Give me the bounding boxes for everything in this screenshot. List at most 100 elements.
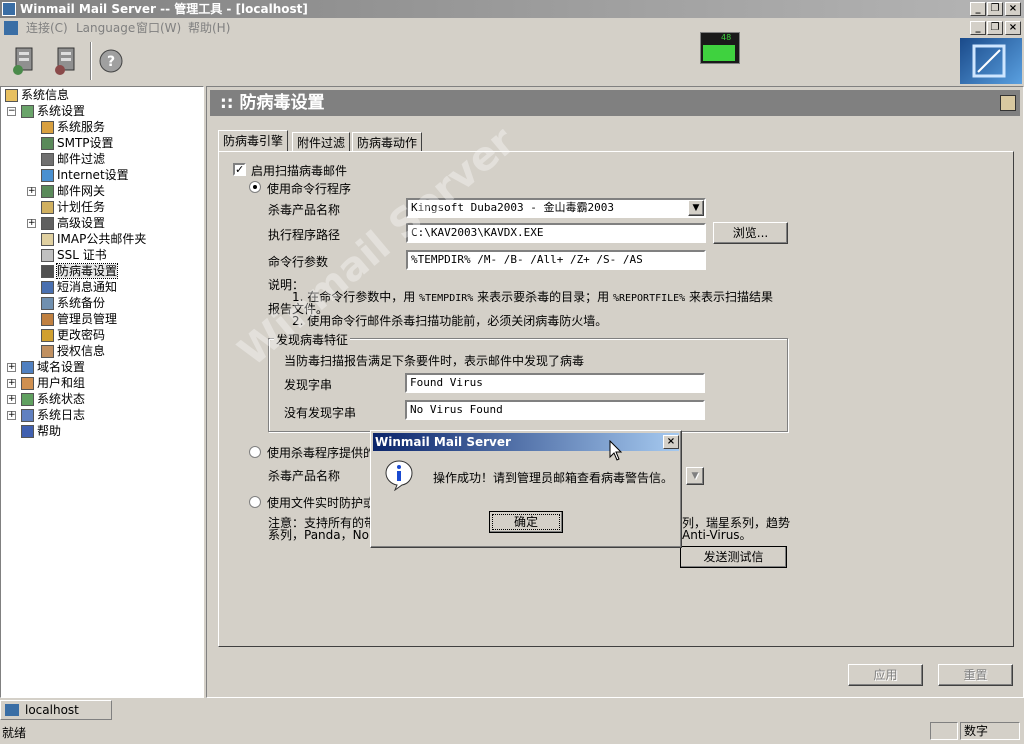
minimize-button[interactable]: _ (970, 2, 986, 16)
tree-item-system-info[interactable]: 系统信息 (5, 87, 69, 103)
product-dropdown-button[interactable]: ▼ (688, 200, 704, 216)
help-button[interactable]: ? (94, 44, 128, 78)
info-icon (5, 89, 18, 102)
expand-toggle[interactable]: − (7, 107, 16, 116)
disconnect-button[interactable] (50, 44, 84, 78)
tab-engine[interactable]: 防病毒引擎 (218, 130, 289, 152)
tree-item-gateway[interactable]: 邮件网关 (41, 183, 105, 199)
use-realtime-label: 使用文件实时防护或 (267, 496, 376, 510)
params-input[interactable]: %TEMPDIR% /M- /B- /All+ /Z+ /S- /AS (406, 250, 706, 270)
server-disconnect-icon (55, 47, 75, 75)
status-bar: 就绪 数字 (0, 720, 1024, 744)
tree-item-internet[interactable]: Internet设置 (41, 167, 129, 183)
tree-item-advanced[interactable]: 高级设置 (41, 215, 105, 231)
found-input[interactable]: Found Virus (405, 373, 705, 393)
reset-button[interactable]: 重置 (938, 664, 1013, 686)
use-api-radio[interactable] (249, 446, 261, 458)
product-dropdown-2-button[interactable]: ▼ (686, 467, 704, 485)
tree-item-backup[interactable]: 系统备份 (41, 295, 105, 311)
close-button[interactable]: × (1005, 2, 1021, 16)
cpu-graph-fill (703, 45, 735, 61)
certificate-icon (41, 249, 54, 262)
tree-item-admin[interactable]: 管理员管理 (41, 311, 117, 327)
globe-icon (41, 169, 54, 182)
smtp-icon (41, 137, 54, 150)
taskbar-label: localhost (25, 703, 79, 717)
window-title: Winmail Mail Server -- 管理工具 - [localhost… (20, 2, 308, 16)
expand-toggle[interactable]: + (7, 363, 16, 372)
menu-help[interactable]: 帮助(H) (188, 18, 230, 38)
tree-item-status[interactable]: 系统状态 (21, 391, 85, 407)
domain-icon (21, 361, 34, 374)
path-input[interactable]: C:\KAV2003\KAVDX.EXE (406, 223, 706, 243)
use-api-label: 使用杀毒程序提供的 (267, 446, 376, 460)
tree-item-users[interactable]: 用户和组 (21, 375, 85, 391)
apply-button[interactable]: 应用 (848, 664, 923, 686)
menu-bar: 连接(C) Language 窗口(W) 帮助(H) _ ❐ × (0, 18, 1024, 38)
tree-item-help[interactable]: 帮助 (21, 423, 61, 439)
expand-toggle[interactable]: + (27, 219, 36, 228)
antivirus-icon (41, 265, 54, 278)
admin-icon (41, 313, 54, 326)
child-close-button[interactable]: × (1005, 21, 1021, 35)
expand-toggle[interactable]: + (27, 187, 36, 196)
tree-item-smtp[interactable]: SMTP设置 (41, 135, 114, 151)
tree-item-ssl[interactable]: SSL 证书 (41, 247, 107, 263)
tree-item-imap-public[interactable]: IMAP公共邮件夹 (41, 231, 146, 247)
enable-scan-checkbox[interactable]: ✓ (233, 163, 246, 176)
connect-button[interactable] (8, 44, 42, 78)
help-icon: ? (99, 49, 123, 73)
status-numlock: 数字 (960, 722, 1020, 740)
browse-button[interactable]: 浏览... (713, 222, 788, 244)
tree-item-mail-filter[interactable]: 邮件过滤 (41, 151, 105, 167)
cpu-graph: 48 (700, 32, 740, 64)
tab-attachment-filter[interactable]: 附件过滤 (292, 132, 351, 152)
dialog-close-button[interactable]: × (663, 435, 679, 449)
status-pane-empty (930, 722, 958, 740)
restore-button[interactable]: ❐ (987, 2, 1003, 16)
child-restore-button[interactable]: ❐ (987, 21, 1003, 35)
tab-antivirus-action[interactable]: 防病毒动作 (352, 132, 423, 152)
tree-item-logs[interactable]: 系统日志 (21, 407, 85, 423)
enable-scan-label: 启用扫描病毒邮件 (251, 164, 348, 178)
virus-desc: 当防毒扫描报告满足下条要件时，表示邮件中发现了病毒 (284, 354, 585, 368)
panel-header: :: 防病毒设置 (210, 90, 1020, 116)
localhost-icon (5, 704, 19, 716)
info-icon (385, 460, 413, 491)
tree-item-services[interactable]: 系统服务 (41, 119, 105, 135)
tree-item-domain[interactable]: 域名设置 (21, 359, 85, 375)
ok-button[interactable]: 确定 (489, 511, 563, 533)
status-text: 就绪 (2, 726, 27, 740)
toolbar: ? 48 (0, 32, 1024, 86)
license-icon (41, 345, 54, 358)
menu-language[interactable]: Language (76, 18, 135, 38)
use-realtime-radio[interactable] (249, 496, 261, 508)
gear-icon (41, 121, 54, 134)
dialog-titlebar: Winmail Mail Server × (373, 433, 679, 451)
child-minimize-button[interactable]: _ (970, 21, 986, 35)
tree-item-schedule[interactable]: 计划任务 (41, 199, 105, 215)
export-icon[interactable] (1000, 95, 1016, 111)
tree-item-license[interactable]: 授权信息 (41, 343, 105, 359)
taskbar-item[interactable]: localhost (0, 700, 112, 720)
tree-item-change-password[interactable]: 更改密码 (41, 327, 105, 343)
menu-window[interactable]: 窗口(W) (136, 18, 181, 38)
expand-toggle[interactable]: + (7, 411, 16, 420)
tree-item-antivirus[interactable]: 防病毒设置 (41, 263, 119, 279)
expand-toggle[interactable]: + (7, 379, 16, 388)
menu-connect[interactable]: 连接(C) (26, 18, 68, 38)
product-label-2: 杀毒产品名称 (268, 469, 341, 483)
folder-icon (41, 233, 54, 246)
dialog-message: 操作成功！请到管理员邮箱查看病毒警告信。 (433, 471, 674, 485)
expand-toggle[interactable]: + (7, 395, 16, 404)
note3-line-b: 系列，Panda，Nort (268, 528, 379, 542)
tree-item-system-settings[interactable]: 系统设置 (21, 103, 85, 119)
send-test-button[interactable]: 发送测试信 (680, 546, 787, 568)
logo-mail-icon (972, 44, 1006, 78)
tree-item-sms[interactable]: 短消息通知 (41, 279, 117, 295)
server-connect-icon (13, 47, 33, 75)
note-line-2: 2. 使用命令行邮件杀毒扫描功能前，必须关闭病毒防火墙。 (292, 314, 608, 328)
use-cmd-radio[interactable] (249, 181, 261, 193)
window-titlebar: Winmail Mail Server -- 管理工具 - [localhost… (0, 0, 1024, 18)
nofound-input[interactable]: No Virus Found (405, 400, 705, 420)
